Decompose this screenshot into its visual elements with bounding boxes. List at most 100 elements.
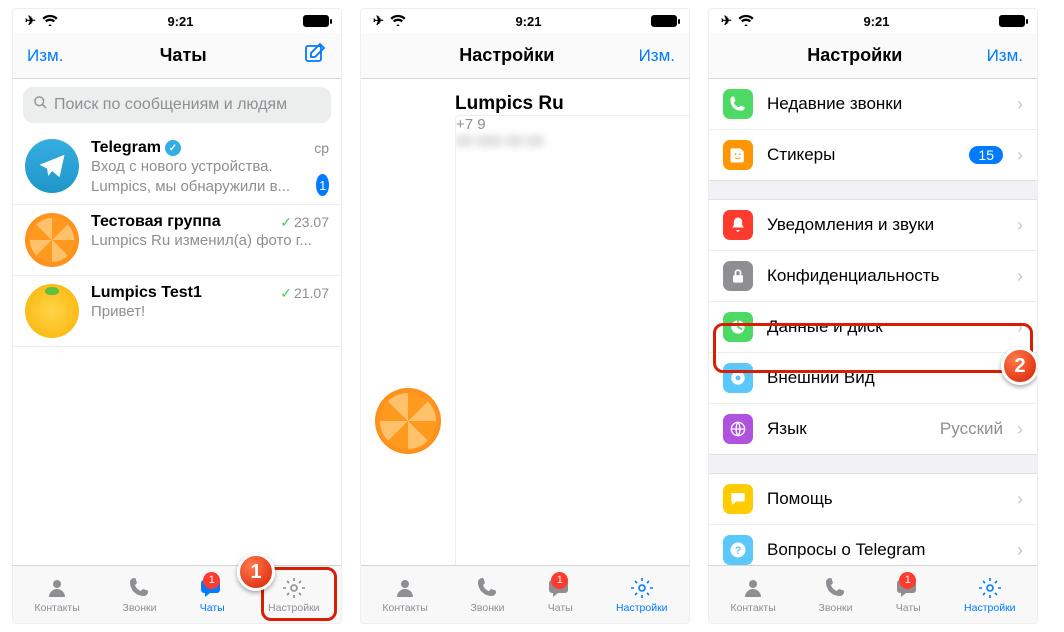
chat-preview: Вход с нового устройства. Lumpics, мы об… — [91, 157, 310, 196]
airplane-icon: ✈ — [25, 13, 36, 29]
cell-bell[interactable]: Уведомления и звуки› — [709, 200, 1037, 251]
tab-chats[interactable]: 1 Чаты — [199, 576, 225, 614]
tab-calls[interactable]: Звонки — [471, 576, 505, 614]
airplane-icon: ✈ — [721, 13, 732, 29]
profile-phone: +7 900 000 00 00 — [455, 115, 689, 565]
edit-button[interactable]: Изм. — [987, 46, 1023, 66]
chevron-right-icon: › — [1017, 266, 1023, 287]
cell-label: Стикеры — [767, 145, 955, 165]
chat-preview: Lumpics Ru изменил(а) фото г... — [91, 231, 329, 251]
status-time: 9:21 — [167, 14, 193, 29]
cell-lock[interactable]: Конфиденциальность › — [709, 251, 1037, 302]
chat-name: Lumpics Test1 — [91, 284, 202, 302]
bell-icon — [723, 210, 753, 240]
cell-faq[interactable]: ? Вопросы о Telegram › — [709, 525, 1037, 565]
battery-icon — [999, 15, 1025, 27]
faq-icon: ? — [723, 535, 753, 565]
chevron-right-icon: › — [1017, 215, 1023, 236]
tab-label: Контакты — [34, 602, 79, 614]
wifi-icon — [390, 14, 406, 29]
callout-badge: 1 — [237, 553, 275, 591]
chevron-right-icon: › — [1017, 489, 1023, 510]
svg-text:?: ? — [735, 545, 742, 557]
tab-contacts[interactable]: Контакты — [34, 576, 79, 614]
phone-settings-scrolled: ✈ 9:21 Настройки Изм. Недавние звонки›Ст… — [708, 8, 1038, 624]
tab-contacts[interactable]: Контакты — [382, 576, 427, 614]
globe-icon — [723, 414, 753, 444]
lock-icon — [723, 261, 753, 291]
cell-sticker[interactable]: Стикеры 15 › — [709, 130, 1037, 180]
chat-time: 21.07 — [294, 285, 329, 301]
check-icon: ✓ — [280, 285, 292, 302]
tab-label: Настройки — [616, 602, 668, 614]
wifi-icon — [42, 14, 58, 29]
cell-value: Русский — [940, 419, 1003, 439]
tab-contacts[interactable]: Контакты — [730, 576, 775, 614]
callout-ring — [713, 323, 1033, 373]
chat-row[interactable]: Тестовая группа ✓23.07 Lumpics Ru измени… — [13, 205, 341, 276]
status-bar: ✈ 9:21 — [361, 9, 689, 33]
search-placeholder: Поиск по сообщениям и людям — [54, 96, 287, 114]
chat-icon — [723, 484, 753, 514]
tab-bar: Контакты Звонки 1Чаты Настройки — [709, 565, 1037, 623]
tab-bar: Контакты Звонки 1Чаты Настройки — [361, 565, 689, 623]
tab-label: Чаты — [200, 602, 225, 614]
chat-time: 23.07 — [294, 214, 329, 230]
settings-scroll[interactable]: Lumpics Ru +7 900 000 00 00 @lumpicsuser… — [361, 79, 689, 565]
page-title: Настройки — [459, 45, 554, 66]
chat-row[interactable]: Telegram✓ ср Вход с нового устройства. L… — [13, 131, 341, 205]
tab-label: Контакты — [382, 602, 427, 614]
tab-calls[interactable]: Звонки — [123, 576, 157, 614]
phone-settings: ✈ 9:21 Настройки Изм. Lumpics Ru +7 900 … — [360, 8, 690, 624]
settings-scroll[interactable]: Недавние звонки› Стикеры 15 › Уведомления и… — [709, 79, 1037, 565]
check-icon: ✓ — [280, 214, 292, 231]
profile-avatar — [375, 388, 441, 454]
tab-label: Звонки — [123, 602, 157, 614]
chat-row[interactable]: Lumpics Test1 ✓21.07 Привет! — [13, 276, 341, 347]
unread-badge: 1 — [316, 174, 329, 196]
cell-phone[interactable]: Недавние звонки› — [709, 79, 1037, 130]
cell-label: Язык — [767, 419, 926, 439]
airplane-icon: ✈ — [373, 13, 384, 29]
cell-badge: 15 — [969, 146, 1003, 164]
navbar: Изм. Чаты — [13, 33, 341, 79]
tab-calls[interactable]: Звонки — [819, 576, 853, 614]
cell-globe[interactable]: Язык Русский › — [709, 404, 1037, 454]
avatar-telegram — [25, 139, 79, 193]
verified-icon: ✓ — [165, 140, 181, 156]
tab-badge: 1 — [203, 572, 220, 589]
tab-label: Звонки — [819, 602, 853, 614]
compose-button[interactable] — [303, 41, 327, 70]
tab-label: Звонки — [471, 602, 505, 614]
cell-label: Вопросы о Telegram — [767, 540, 1003, 560]
chat-preview: Привет! — [91, 302, 329, 322]
search-input[interactable]: Поиск по сообщениям и людям — [23, 87, 331, 123]
chat-list: Telegram✓ ср Вход с нового устройства. L… — [13, 131, 341, 565]
tab-chats[interactable]: 1Чаты — [547, 576, 573, 614]
chevron-right-icon: › — [1017, 145, 1023, 166]
chevron-right-icon: › — [1017, 94, 1023, 115]
navbar: Настройки Изм. — [709, 33, 1037, 79]
edit-button[interactable]: Изм. — [27, 46, 63, 66]
callout-badge: 2 — [1001, 347, 1037, 385]
tab-label: Настройки — [964, 602, 1016, 614]
tab-badge: 1 — [551, 572, 568, 589]
tab-settings[interactable]: Настройки — [616, 576, 668, 614]
page-title: Настройки — [807, 45, 902, 66]
battery-icon — [651, 15, 677, 27]
chat-name: Telegram — [91, 139, 161, 157]
tab-settings[interactable]: Настройки — [964, 576, 1016, 614]
phone-chats: ✈ 9:21 Изм. Чаты Поиск по сообщениям и л… — [12, 8, 342, 624]
navbar: Настройки Изм. — [361, 33, 689, 79]
edit-button[interactable]: Изм. — [639, 46, 675, 66]
cell-chat[interactable]: Помощь› — [709, 474, 1037, 525]
chevron-right-icon: › — [1017, 540, 1023, 561]
chevron-right-icon: › — [1017, 419, 1023, 440]
profile-name: Lumpics Ru — [455, 93, 689, 115]
profile-header[interactable]: Lumpics Ru +7 900 000 00 00 @lumpicsuser — [361, 79, 689, 565]
tab-chats[interactable]: 1Чаты — [895, 576, 921, 614]
cell-label: Конфиденциальность — [767, 266, 1003, 286]
status-time: 9:21 — [515, 14, 541, 29]
phone-icon — [723, 89, 753, 119]
page-title: Чаты — [160, 45, 207, 66]
